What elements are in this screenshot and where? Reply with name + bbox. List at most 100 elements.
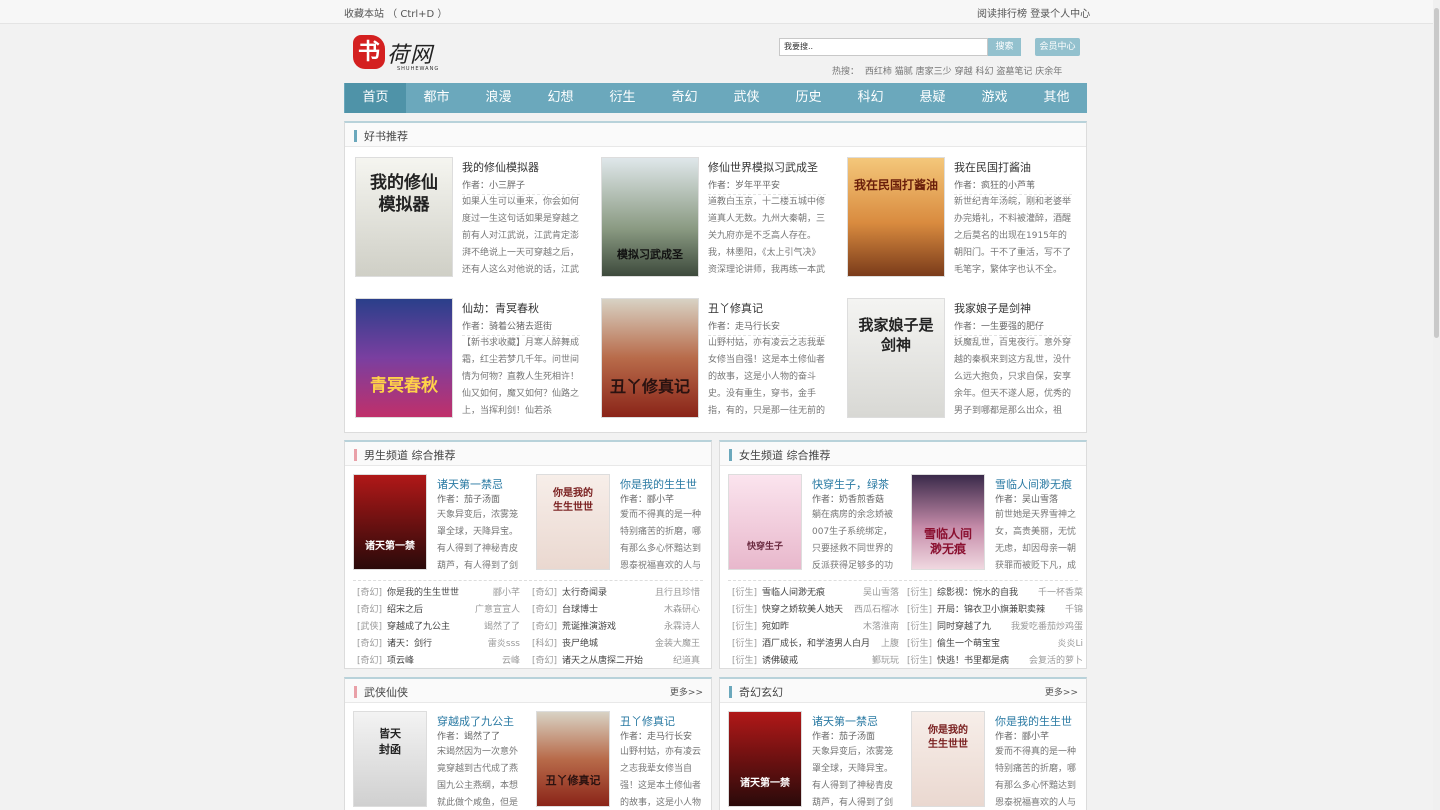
nav-wuxia[interactable]: 武侠 bbox=[716, 83, 777, 113]
book-title[interactable]: 快穿生子，绿茶 bbox=[812, 476, 889, 492]
nav-home[interactable]: 首页 bbox=[345, 83, 406, 113]
item-name[interactable]: 诸天：剑行 bbox=[387, 636, 432, 649]
book-title[interactable]: 我在民国打酱油 bbox=[954, 159, 1031, 175]
item-name[interactable]: 偷生一个萌宝宝 bbox=[937, 636, 1000, 649]
list-item[interactable]: [奇幻] 荒诞推演游戏 永霖诗人 bbox=[532, 619, 702, 636]
book-cover[interactable]: 模拟习武成圣 bbox=[601, 157, 699, 277]
item-name[interactable]: 快逃！书里都是病 bbox=[937, 653, 1009, 666]
book-title[interactable]: 诸天第一禁忌 bbox=[812, 713, 878, 729]
book-title[interactable]: 你是我的生生世 bbox=[995, 713, 1072, 729]
nav-derivative[interactable]: 衍生 bbox=[592, 83, 653, 113]
hot-item[interactable]: 猫腻 bbox=[895, 67, 913, 77]
hot-item[interactable]: 穿越 bbox=[955, 67, 973, 77]
item-name[interactable]: 绍宋之后 bbox=[387, 602, 423, 615]
nav-history[interactable]: 历史 bbox=[778, 83, 839, 113]
list-item[interactable]: [奇幻] 项云峰 云峰 bbox=[357, 653, 532, 670]
search-button[interactable]: 搜索 bbox=[988, 38, 1021, 56]
list-item[interactable]: [衍生] 快逃！书里都是病 会复活的萝卜 bbox=[907, 653, 1083, 670]
book-title[interactable]: 丑丫修真记 bbox=[708, 300, 763, 316]
nav-urban[interactable]: 都市 bbox=[406, 83, 467, 113]
scrollbar[interactable] bbox=[1433, 0, 1440, 810]
book-cover[interactable]: 我家娘子是剑神 bbox=[847, 298, 945, 418]
book-title[interactable]: 仙劫：青冥春秋 bbox=[462, 300, 539, 316]
more-link[interactable]: 更多>> bbox=[670, 685, 703, 698]
list-item[interactable]: [衍生] 同时穿越了九 我爱吃番茄炒鸡蛋 bbox=[907, 619, 1083, 636]
list-item[interactable]: [奇幻] 绍宋之后 广意宣宣人 bbox=[357, 602, 532, 619]
item-name[interactable]: 诸天之从唐探二开始 bbox=[562, 653, 643, 666]
list-item[interactable]: [武侠] 穿越成了九公主 竭然了了 bbox=[357, 619, 532, 636]
item-name[interactable]: 项云峰 bbox=[387, 653, 414, 666]
site-logo[interactable]: 书 荷网 SHUHEWANG bbox=[353, 33, 453, 75]
nav-fantasy[interactable]: 幻想 bbox=[530, 83, 591, 113]
list-item[interactable]: [衍生] 雪临人间渺无痕 吴山雪落 bbox=[732, 585, 907, 602]
nav-game[interactable]: 游戏 bbox=[964, 83, 1025, 113]
book-cover[interactable]: 雪临人间渺无痕 bbox=[911, 474, 985, 570]
list-item[interactable]: [衍生] 开局：锦衣卫小旗兼职卖辣 千锦 bbox=[907, 602, 1083, 619]
book-cover[interactable]: 丑丫修真记 bbox=[601, 298, 699, 418]
list-item[interactable]: [衍生] 偷生一个萌宝宝 炎炎Li bbox=[907, 636, 1083, 653]
item-name[interactable]: 太行奇闻录 bbox=[562, 585, 607, 598]
list-item[interactable]: [科幻] 丧尸绝城 金装大魔王 bbox=[532, 636, 702, 653]
book-cover[interactable]: 你是我的生生世世 bbox=[536, 474, 610, 570]
item-name[interactable]: 荒诞推演游戏 bbox=[562, 619, 616, 632]
hot-item[interactable]: 唐家三少 bbox=[916, 67, 952, 77]
ranking-link[interactable]: 阅读排行榜 bbox=[977, 9, 1027, 20]
item-name[interactable]: 雪临人间渺无痕 bbox=[762, 585, 825, 598]
qihuan-panel: 奇幻玄幻 更多>> 诸天第一禁 诸天第一禁忌 作者：茄子汤面 天象异变后，浓雾笼罩… bbox=[719, 677, 1087, 810]
nav-other[interactable]: 其他 bbox=[1026, 83, 1087, 113]
list-item[interactable]: [奇幻] 诸天：剑行 雷炎sss bbox=[357, 636, 532, 653]
item-name[interactable]: 酒厂成长，和学渣男人白月 bbox=[762, 636, 870, 649]
book-cover[interactable]: 快穿生子 bbox=[728, 474, 802, 570]
list-item[interactable]: [衍生] 宛如昨 木落淮南 bbox=[732, 619, 907, 636]
nav-scifi[interactable]: 科幻 bbox=[840, 83, 901, 113]
nav-romance[interactable]: 浪漫 bbox=[468, 83, 529, 113]
list-item[interactable]: [奇幻] 太行奇闻录 且行且珍惜 bbox=[532, 585, 702, 602]
item-name[interactable]: 你是我的生生世世 bbox=[387, 585, 459, 598]
nav-mystery[interactable]: 悬疑 bbox=[902, 83, 963, 113]
search-input[interactable]: 我要搜.. bbox=[779, 38, 988, 56]
item-name[interactable]: 综影视：惋水的自我 bbox=[937, 585, 1018, 598]
item-name[interactable]: 同时穿越了九 bbox=[937, 619, 991, 632]
book-cover[interactable]: 青冥春秋 bbox=[355, 298, 453, 418]
book-title[interactable]: 雪临人间渺无痕 bbox=[995, 476, 1072, 492]
list-item[interactable]: [衍生] 酒厂成长，和学渣男人白月 上腹 bbox=[732, 636, 907, 653]
item-name[interactable]: 宛如昨 bbox=[762, 619, 789, 632]
book-cover[interactable]: 诸天第一禁 bbox=[353, 474, 427, 570]
list-item[interactable]: [奇幻] 台球博士 木森研心 bbox=[532, 602, 702, 619]
book-cover[interactable]: 皆天封函 bbox=[353, 711, 427, 807]
nav-magic[interactable]: 奇幻 bbox=[654, 83, 715, 113]
member-center-button[interactable]: 会员中心 bbox=[1035, 38, 1080, 56]
book-title[interactable]: 我的修仙模拟器 bbox=[462, 159, 539, 175]
book-title[interactable]: 诸天第一禁忌 bbox=[437, 476, 503, 492]
list-item[interactable]: [衍生] 诱佛破戒 鄞玩玩 bbox=[732, 653, 907, 670]
book-title[interactable]: 我家娘子是剑神 bbox=[954, 300, 1031, 316]
book-cover[interactable]: 我的修仙模拟器 bbox=[355, 157, 453, 277]
hot-item[interactable]: 庆余年 bbox=[1035, 67, 1062, 77]
list-item[interactable]: [衍生] 综影视：惋水的自我 千一杯香菜 bbox=[907, 585, 1083, 602]
book-cover[interactable]: 诸天第一禁 bbox=[728, 711, 802, 807]
scrollbar-thumb[interactable] bbox=[1434, 8, 1439, 338]
book-title[interactable]: 修仙世界模拟习武成圣 bbox=[708, 159, 818, 175]
book-cover[interactable]: 我在民国打酱油 bbox=[847, 157, 945, 277]
item-name[interactable]: 台球博士 bbox=[562, 602, 598, 615]
book-title[interactable]: 穿越成了九公主 bbox=[437, 713, 514, 729]
item-name[interactable]: 诱佛破戒 bbox=[762, 653, 798, 666]
book-title[interactable]: 你是我的生生世 bbox=[620, 476, 697, 492]
bookmark-link[interactable]: 收藏本站 （ Ctrl+D ） bbox=[344, 5, 447, 20]
hot-item[interactable]: 盗墓笔记 bbox=[996, 67, 1032, 77]
list-item[interactable]: [衍生] 快穿之娇软美人她天 西瓜石榴冰 bbox=[732, 602, 907, 619]
item-name[interactable]: 快穿之娇软美人她天 bbox=[762, 602, 843, 615]
more-link[interactable]: 更多>> bbox=[1045, 685, 1078, 698]
hot-item[interactable]: 科幻 bbox=[975, 67, 993, 77]
item-name[interactable]: 穿越成了九公主 bbox=[387, 619, 450, 632]
hot-item[interactable]: 西红柿 bbox=[865, 67, 892, 77]
list-item[interactable]: [奇幻] 你是我的生生世世 郦小芊 bbox=[357, 585, 532, 602]
login-link[interactable]: 登录个人中心 bbox=[1030, 9, 1090, 20]
book-title[interactable]: 丑丫修真记 bbox=[620, 713, 675, 729]
list-item[interactable]: [奇幻] 诸天之从唐探二开始 纪道真 bbox=[532, 653, 702, 670]
book-cover[interactable]: 你是我的生生世世 bbox=[911, 711, 985, 807]
item-name[interactable]: 丧尸绝城 bbox=[562, 636, 598, 649]
item-category: [衍生] bbox=[732, 588, 758, 598]
item-name[interactable]: 开局：锦衣卫小旗兼职卖辣 bbox=[937, 602, 1045, 615]
book-cover[interactable]: 丑丫修真记 bbox=[536, 711, 610, 807]
